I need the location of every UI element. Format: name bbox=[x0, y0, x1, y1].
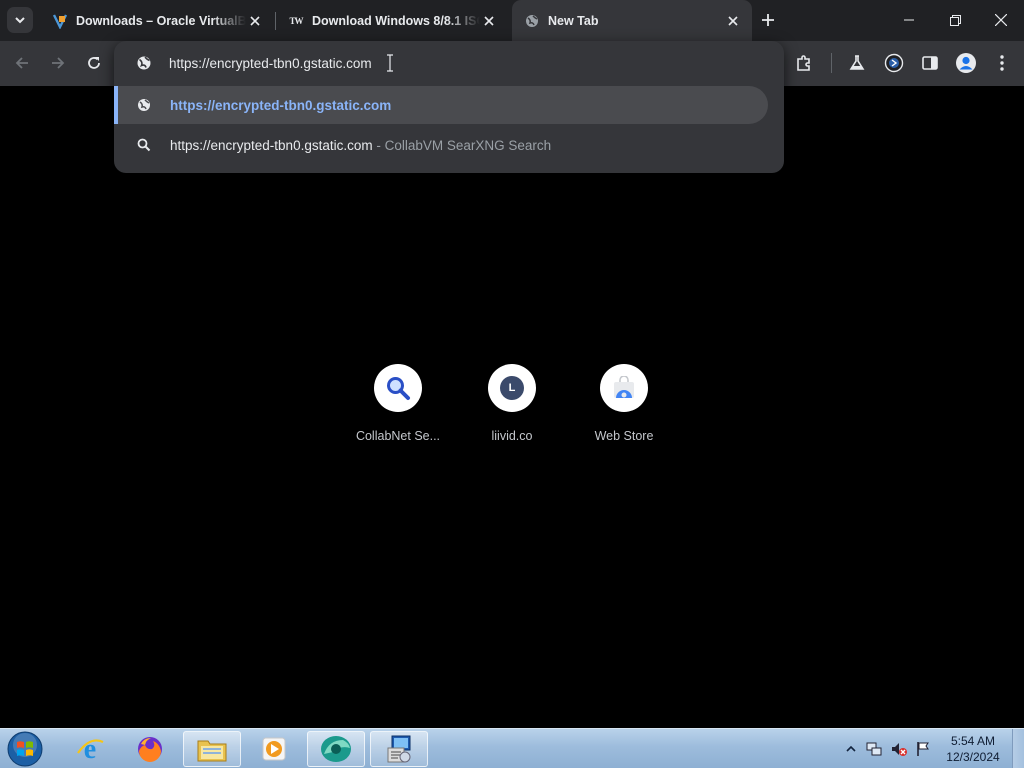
tray-action-center[interactable] bbox=[915, 741, 931, 757]
webstore-icon bbox=[614, 376, 634, 398]
letter-avatar: L bbox=[500, 376, 524, 400]
new-tab-button[interactable] bbox=[756, 8, 780, 32]
magnifier-icon bbox=[387, 377, 410, 400]
tab-search-button[interactable] bbox=[7, 7, 33, 33]
chevron-up-icon bbox=[846, 745, 856, 752]
suggestion-url: https://encrypted-tbn0.gstatic.com bbox=[170, 97, 392, 113]
shortcut-label: Web Store bbox=[594, 429, 654, 443]
virtualbox-setup-icon bbox=[387, 735, 411, 763]
close-window-button[interactable] bbox=[978, 0, 1024, 40]
tw-logo-icon: TW bbox=[289, 15, 303, 26]
text-cursor-icon bbox=[387, 54, 393, 72]
windows-start-icon bbox=[7, 731, 43, 767]
search-icon bbox=[137, 138, 151, 152]
reload-icon bbox=[88, 57, 100, 69]
labs-button[interactable] bbox=[843, 49, 871, 77]
tab-title: Downloads – Oracle VirtualBox bbox=[76, 13, 246, 28]
taskbar-firefox[interactable] bbox=[121, 731, 179, 767]
profile-button[interactable] bbox=[952, 49, 980, 77]
arrow-right-icon bbox=[52, 57, 65, 69]
minimize-button[interactable] bbox=[886, 0, 932, 40]
avatar-icon bbox=[956, 53, 976, 73]
volume-muted-icon bbox=[892, 743, 907, 756]
close-icon[interactable] bbox=[480, 12, 498, 30]
shortcut-tile[interactable]: Web Store bbox=[568, 364, 680, 454]
taskbar-browser[interactable] bbox=[307, 731, 365, 767]
omnibox-suggestion[interactable]: https://encrypted-tbn0.gstatic.com bbox=[114, 86, 768, 124]
tab-strip: Downloads – Oracle VirtualBox TW Downloa… bbox=[0, 0, 1024, 41]
extension-badge-icon bbox=[884, 53, 904, 73]
globe-icon bbox=[524, 13, 540, 29]
show-desktop-button[interactable] bbox=[1012, 729, 1024, 768]
tab-title: New Tab bbox=[548, 13, 599, 28]
address-bar-input[interactable] bbox=[169, 53, 729, 73]
shortcut-label: CollabNet Se... bbox=[355, 429, 441, 443]
puzzle-icon bbox=[797, 55, 810, 71]
system-clock[interactable]: 5:54 AM 12/3/2024 bbox=[942, 733, 1004, 765]
close-icon bbox=[995, 14, 1007, 26]
suggestion-text: https://encrypted-tbn0.gstatic.com - Col… bbox=[170, 138, 551, 153]
omnibox-suggestion[interactable]: https://encrypted-tbn0.gstatic.com - Col… bbox=[114, 126, 768, 164]
omnibox-popup: https://encrypted-tbn0.gstatic.com https… bbox=[114, 41, 784, 173]
browser-app-icon bbox=[321, 736, 351, 762]
suggestion-description: - CollabVM SearXNG Search bbox=[372, 137, 552, 153]
globe-icon bbox=[137, 98, 151, 112]
network-icon bbox=[866, 742, 882, 756]
reload-button[interactable] bbox=[80, 49, 108, 77]
toolbar-divider bbox=[831, 53, 832, 73]
chevron-down-icon bbox=[15, 17, 25, 24]
minimize-icon bbox=[904, 19, 914, 21]
flask-icon bbox=[849, 55, 865, 70]
start-button[interactable] bbox=[5, 731, 45, 767]
restore-icon bbox=[949, 14, 961, 26]
taskbar-internet-explorer[interactable]: e bbox=[61, 731, 119, 767]
tab-windows-iso[interactable]: TW Download Windows 8/8.1 ISO bbox=[276, 0, 508, 41]
taskbar: e 5:54 AM 12/3/2024 bbox=[0, 728, 1024, 768]
clock-date: 12/3/2024 bbox=[946, 750, 1000, 764]
shortcut-icon-container: L bbox=[488, 364, 536, 412]
tab-title: Download Windows 8/8.1 ISO bbox=[312, 13, 480, 28]
side-panel-button[interactable] bbox=[916, 49, 944, 77]
shortcut-icon-container bbox=[374, 364, 422, 412]
side-panel-icon bbox=[922, 56, 938, 70]
tab-virtualbox-downloads[interactable]: Downloads – Oracle VirtualBox bbox=[40, 0, 274, 41]
internet-explorer-icon: e bbox=[77, 734, 104, 764]
plus-icon bbox=[762, 14, 774, 26]
shortcut-tile[interactable]: L liivid.co bbox=[456, 364, 568, 454]
shortcut-icon-container bbox=[600, 364, 648, 412]
svg-text:e: e bbox=[84, 734, 96, 764]
close-icon[interactable] bbox=[246, 12, 264, 30]
kebab-menu-icon bbox=[1000, 55, 1004, 71]
virtualbox-icon bbox=[52, 13, 68, 29]
media-player-icon bbox=[262, 737, 286, 761]
taskbar-media-player[interactable] bbox=[245, 731, 303, 767]
extensions-button[interactable] bbox=[790, 49, 818, 77]
menu-button[interactable] bbox=[988, 49, 1016, 77]
clock-time: 5:54 AM bbox=[950, 734, 996, 748]
back-button[interactable] bbox=[8, 49, 36, 77]
tray-network[interactable] bbox=[866, 741, 882, 757]
extension-button[interactable] bbox=[880, 49, 908, 77]
file-explorer-icon bbox=[197, 740, 227, 762]
suggestion-query: https://encrypted-tbn0.gstatic.com bbox=[170, 137, 373, 153]
shortcut-tile[interactable]: CollabNet Se... bbox=[342, 364, 454, 454]
forward-button[interactable] bbox=[44, 49, 72, 77]
arrow-left-icon bbox=[15, 57, 28, 69]
tray-volume[interactable] bbox=[891, 741, 907, 757]
close-icon[interactable] bbox=[724, 12, 742, 30]
globe-icon bbox=[136, 55, 152, 76]
omnibox-row bbox=[114, 41, 784, 85]
taskbar-file-explorer[interactable] bbox=[183, 731, 241, 767]
firefox-icon bbox=[138, 737, 162, 762]
taskbar-virtualbox-setup[interactable] bbox=[370, 731, 428, 767]
tab-new-tab[interactable]: New Tab bbox=[512, 0, 752, 41]
shortcut-label: liivid.co bbox=[491, 429, 533, 443]
restore-button[interactable] bbox=[932, 0, 978, 40]
flag-icon bbox=[917, 742, 929, 756]
tray-overflow-button[interactable] bbox=[843, 741, 859, 757]
